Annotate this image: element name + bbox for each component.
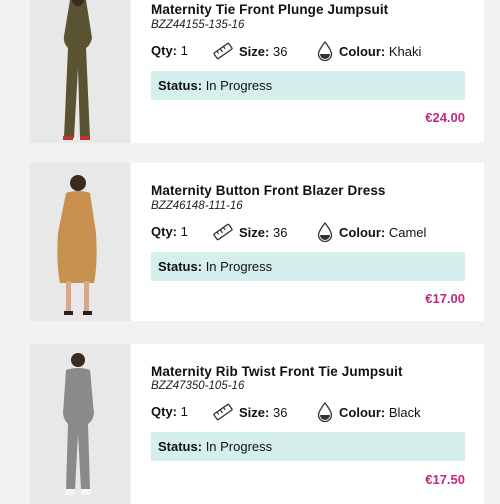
item-details-card: Maternity Button Front Blazer Dress BZZ4… [131, 163, 484, 321]
colour-value: Black [388, 404, 421, 420]
size-field: Size: 36 [213, 402, 287, 422]
qty-field: Qty: 1 [151, 224, 188, 239]
status-bar: Status: In Progress [151, 71, 465, 100]
ruler-icon [213, 223, 233, 241]
water-drop-icon [317, 40, 333, 62]
qty-value: 1 [180, 404, 188, 419]
water-drop-icon [317, 221, 333, 243]
product-name[interactable]: Maternity Button Front Blazer Dress [151, 183, 386, 198]
model-grey-jumpsuit-image [30, 344, 130, 504]
model-camel-dress-image [30, 163, 130, 321]
qty-value: 1 [180, 224, 188, 239]
item-details-card: Maternity Tie Front Plunge Jumpsuit BZZ4… [131, 0, 484, 143]
qty-value: 1 [180, 43, 188, 58]
colour-field: Colour: Khaki [317, 40, 422, 62]
ruler-icon [213, 42, 233, 60]
status-value: In Progress [205, 259, 273, 274]
colour-field: Colour: Camel [317, 221, 427, 243]
item-details-card: Maternity Rib Twist Front Tie Jumpsuit B… [131, 344, 484, 504]
colour-value: Camel [388, 224, 427, 240]
status-bar: Status: In Progress [151, 252, 465, 281]
product-image[interactable] [30, 0, 130, 143]
item-price: €17.00 [425, 291, 465, 306]
item-price: €17.50 [425, 472, 465, 487]
product-sku: BZZ46148-111-16 [151, 200, 243, 212]
status-value: In Progress [205, 78, 273, 93]
order-items-list: Maternity Tie Front Plunge Jumpsuit BZZ4… [0, 0, 500, 504]
order-item[interactable]: Maternity Button Front Blazer Dress BZZ4… [30, 163, 484, 321]
product-sku: BZZ44155-135-16 [151, 19, 245, 31]
model-khaki-jumpsuit-image [30, 0, 130, 143]
product-image[interactable] [30, 344, 130, 504]
size-field: Size: 36 [213, 222, 287, 242]
ruler-icon [213, 403, 233, 421]
order-item[interactable]: Maternity Rib Twist Front Tie Jumpsuit B… [30, 344, 484, 504]
size-value: 36 [272, 224, 288, 240]
water-drop-icon [317, 401, 333, 423]
size-field: Size: 36 [213, 41, 287, 61]
product-name[interactable]: Maternity Rib Twist Front Tie Jumpsuit [151, 364, 403, 379]
status-value: In Progress [205, 439, 273, 454]
colour-value: Khaki [388, 43, 422, 59]
item-price: €24.00 [425, 110, 465, 125]
qty-field: Qty: 1 [151, 404, 188, 419]
size-value: 36 [272, 404, 288, 420]
product-sku: BZZ47350-105-16 [151, 380, 245, 392]
size-value: 36 [272, 43, 288, 59]
status-bar: Status: In Progress [151, 432, 465, 461]
colour-field: Colour: Black [317, 401, 421, 423]
order-item[interactable]: Maternity Tie Front Plunge Jumpsuit BZZ4… [30, 0, 484, 143]
product-name[interactable]: Maternity Tie Front Plunge Jumpsuit [151, 2, 388, 17]
qty-field: Qty: 1 [151, 43, 188, 58]
product-image[interactable] [30, 163, 130, 321]
